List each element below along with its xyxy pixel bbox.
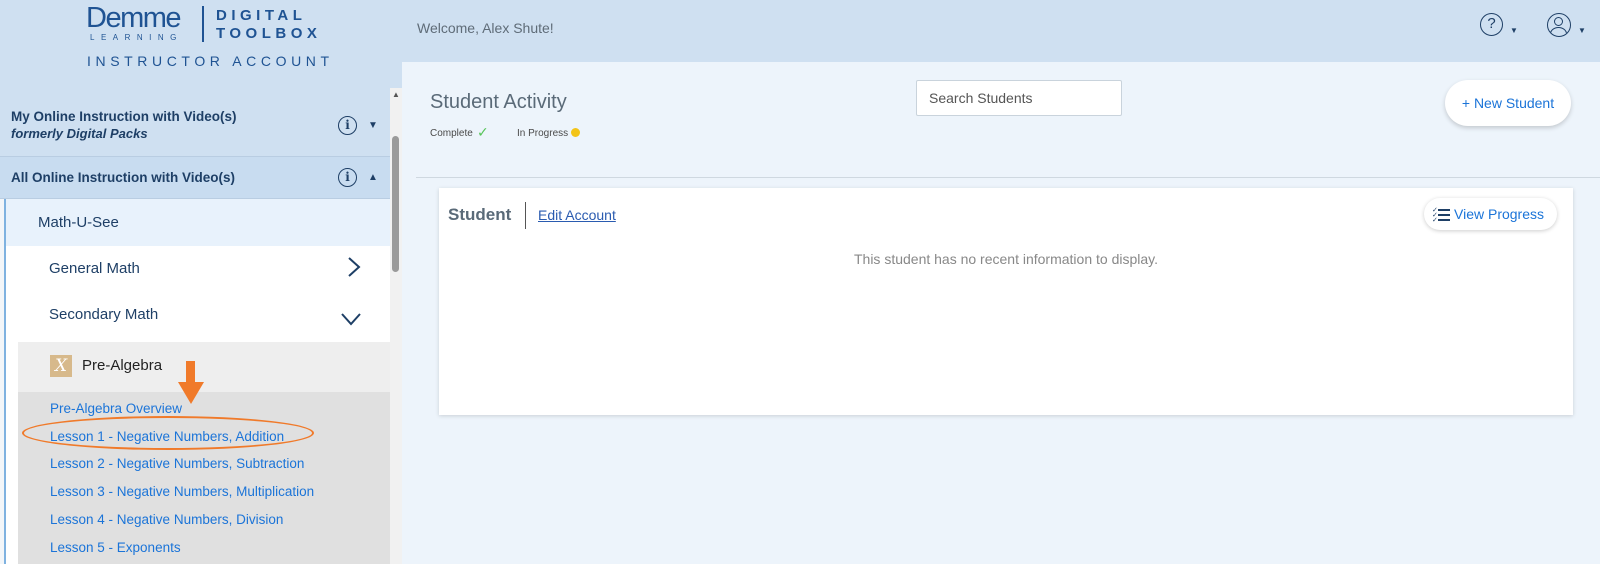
edit-account-link[interactable]: Edit Account — [538, 207, 616, 223]
lesson-link-5[interactable]: Lesson 5 - Exponents — [50, 540, 181, 555]
user-head-shape — [1554, 17, 1563, 26]
section-subtitle: formerly Digital Packs — [11, 126, 148, 141]
legend-complete-label: Complete — [430, 128, 473, 139]
lesson-link-2[interactable]: Lesson 2 - Negative Numbers, Subtraction — [50, 456, 304, 471]
lesson-list: Pre-Algebra Overview Lesson 1 - Negative… — [18, 392, 390, 564]
course-label: Pre-Algebra — [82, 357, 163, 374]
info-icon[interactable]: i — [338, 168, 357, 187]
section-my-online-instruction[interactable]: My Online Instruction with Video(s) form… — [0, 96, 390, 157]
annotation-arrow-head-icon — [178, 382, 204, 404]
section-title: My Online Instruction with Video(s) — [11, 109, 237, 124]
scroll-up-arrow-icon[interactable]: ▲ — [392, 90, 400, 99]
lesson-link-overview[interactable]: Pre-Algebra Overview — [50, 401, 182, 416]
student-name: Student — [448, 205, 512, 224]
help-icon[interactable]: ? — [1480, 13, 1503, 36]
section-all-online-instruction[interactable]: All Online Instruction with Video(s) i ▲ — [0, 157, 390, 199]
section-title: All Online Instruction with Video(s) — [11, 170, 236, 185]
legend-in-progress-label: In Progress — [517, 128, 569, 139]
course-badge-icon: X — [50, 355, 72, 377]
in-progress-dot-icon — [571, 128, 580, 137]
program-item[interactable]: Math-U-See — [6, 199, 390, 246]
caret-down-icon[interactable]: ▼ — [368, 120, 378, 131]
card-divider — [525, 202, 526, 229]
info-icon[interactable]: i — [338, 116, 357, 135]
check-icon: ✓ — [477, 124, 489, 140]
lesson-link-3[interactable]: Lesson 3 - Negative Numbers, Multiplicat… — [50, 484, 314, 499]
top-bar: Welcome, Alex Shute! ? ▼ ▼ — [402, 0, 1600, 62]
logo-digital: DIGITAL — [216, 7, 307, 24]
welcome-message: Welcome, Alex Shute! — [417, 20, 554, 36]
lesson-link-1[interactable]: Lesson 1 - Negative Numbers, Addition — [50, 429, 284, 444]
chevron-down-icon[interactable] — [340, 307, 362, 333]
caret-down-icon[interactable]: ▼ — [1578, 26, 1586, 35]
student-card: Student Edit Account ✓ ✓ ✓ View Progress… — [439, 188, 1573, 415]
branch-label: Secondary Math — [49, 306, 159, 323]
empty-state-message: This student has no recent information t… — [853, 251, 1158, 267]
new-student-button[interactable]: + New Student — [1445, 80, 1571, 126]
logo-toolbox: TOOLBOX — [216, 25, 322, 42]
chevron-right-icon[interactable] — [346, 256, 362, 284]
logo-learning: LEARNING — [90, 33, 183, 42]
caret-up-icon[interactable]: ▲ — [368, 172, 378, 183]
divider — [416, 177, 1600, 178]
logo-demme: Demme — [86, 2, 182, 34]
branch-label: General Math — [49, 260, 140, 277]
scrollbar-thumb[interactable] — [392, 136, 399, 272]
annotation-arrow-icon — [186, 361, 195, 383]
account-type-label: INSTRUCTOR ACCOUNT — [87, 53, 334, 69]
user-body-shape — [1550, 27, 1567, 36]
sidebar-nav: My Online Instruction with Video(s) form… — [0, 96, 390, 564]
sidebar: Demme LEARNING DIGITAL TOOLBOX INSTRUCTO… — [0, 0, 402, 564]
sidebar-scrollbar[interactable]: ▲ — [390, 88, 402, 564]
program-label: Math-U-See — [38, 214, 119, 231]
branch-general-math[interactable]: General Math — [6, 246, 390, 292]
brand-logo[interactable]: Demme LEARNING DIGITAL TOOLBOX INSTRUCTO… — [0, 0, 402, 88]
view-progress-button[interactable]: ✓ ✓ ✓ View Progress — [1424, 198, 1557, 230]
checklist-icon: ✓ ✓ ✓ — [1432, 207, 1450, 224]
search-students-input[interactable] — [916, 80, 1122, 116]
lesson-link-4[interactable]: Lesson 4 - Negative Numbers, Division — [50, 512, 283, 527]
caret-down-icon[interactable]: ▼ — [1510, 26, 1518, 35]
page-title: Student Activity — [430, 91, 567, 113]
user-account-icon[interactable] — [1547, 13, 1571, 37]
view-progress-label: View Progress — [1454, 206, 1545, 222]
course-pre-algebra[interactable]: X Pre-Algebra — [18, 342, 390, 392]
logo-divider — [202, 6, 204, 42]
branch-secondary-math[interactable]: Secondary Math — [6, 292, 390, 338]
